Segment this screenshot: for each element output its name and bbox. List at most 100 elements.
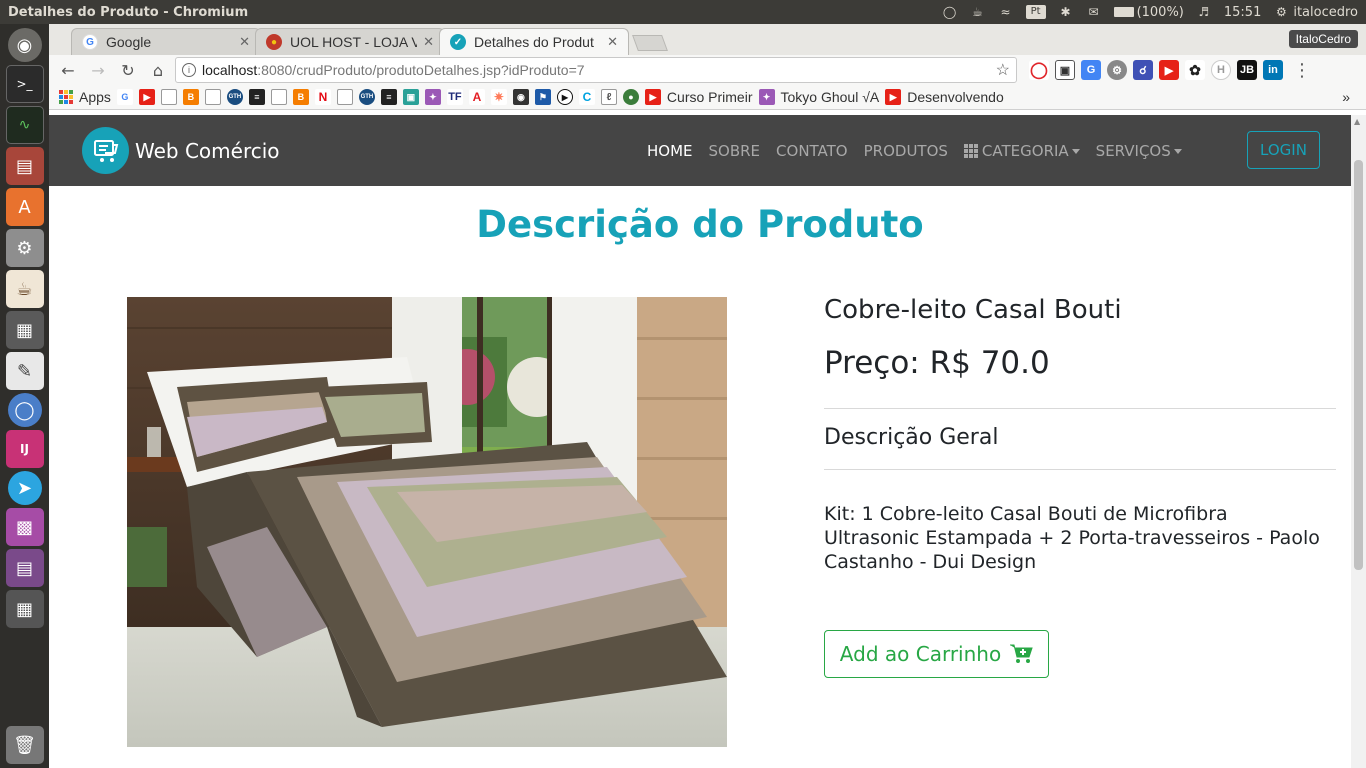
site-info-icon[interactable]: i — [182, 63, 196, 77]
c-bookmark-icon[interactable]: C — [578, 89, 595, 105]
close-tab-icon[interactable]: ✕ — [239, 34, 250, 50]
mail-icon[interactable]: ✉ — [1086, 5, 1102, 19]
close-tab-icon[interactable]: ✕ — [607, 34, 618, 50]
netflix-bookmark-icon[interactable]: N — [314, 89, 331, 105]
volume-icon[interactable]: ♬ — [1196, 5, 1212, 19]
opera-extension-icon[interactable]: ◯ — [1029, 60, 1049, 80]
camera-bookmark-icon[interactable]: ◉ — [512, 89, 529, 105]
nav-contato[interactable]: CONTATO — [776, 142, 848, 160]
flag-bookmark-icon[interactable]: ⚑ — [534, 89, 551, 105]
bulb-icon[interactable]: ◯ — [942, 5, 958, 19]
close-tab-icon[interactable]: ✕ — [423, 34, 434, 50]
google-bookmark-icon[interactable]: G — [116, 89, 133, 105]
system-settings-icon[interactable]: ⚙ — [5, 229, 44, 267]
brand-link[interactable]: Web Comércio — [82, 127, 280, 174]
gth-bookmark-icon[interactable]: GTH — [358, 89, 375, 105]
anime-bookmark-icon[interactable]: ✦ — [758, 89, 775, 105]
login-button[interactable]: LOGIN — [1247, 131, 1320, 169]
page-bookmark-icon[interactable] — [160, 89, 177, 105]
shield-extension-icon[interactable]: ☌ — [1133, 60, 1153, 80]
gth-bookmark-icon[interactable]: GTH — [226, 89, 243, 105]
bookmark-curso-primeiro[interactable]: Curso Primeir — [667, 89, 753, 105]
chromium-icon[interactable]: ◯ — [7, 393, 42, 427]
workspace-switcher-icon[interactable]: ▦ — [5, 590, 44, 628]
software-center-icon[interactable]: A — [5, 188, 44, 226]
scroll-up-arrow-icon[interactable]: ▲ — [1354, 117, 1360, 126]
intellij-icon[interactable]: IJ — [5, 430, 44, 468]
hubspot-bookmark-icon[interactable]: ✷ — [490, 89, 507, 105]
battery-indicator[interactable]: (100%) — [1113, 5, 1184, 20]
blogger-bookmark-icon[interactable]: B — [182, 89, 199, 105]
linkedin-extension-icon[interactable]: in — [1263, 60, 1283, 80]
jetbrains-extension-icon[interactable]: JB — [1237, 60, 1257, 80]
wifi-icon[interactable]: ≈ — [998, 5, 1014, 19]
page-scrollbar[interactable]: ▲ — [1351, 115, 1366, 768]
scrollbar-thumb[interactable] — [1354, 160, 1363, 570]
forward-arrow-icon[interactable]: → — [85, 58, 111, 82]
back-arrow-icon[interactable]: ← — [55, 58, 81, 82]
youtube-bookmark-icon[interactable]: ▶ — [644, 89, 661, 105]
play-bookmark-icon[interactable]: ▶ — [556, 89, 573, 105]
clock[interactable]: 15:51 — [1224, 5, 1261, 20]
home-icon[interactable]: ⌂ — [145, 58, 171, 82]
feedly-extension-icon[interactable]: ✿ — [1185, 60, 1205, 80]
nav-home[interactable]: HOME — [647, 142, 693, 160]
user-menu[interactable]: ⚙ italocedro — [1273, 5, 1358, 20]
java-icon[interactable]: ☕ — [5, 270, 44, 308]
reload-icon[interactable]: ↻ — [115, 58, 141, 82]
tab-uol-host[interactable]: ● UOL HOST - LOJA V ✕ — [255, 28, 445, 55]
profile-button[interactable]: ItaloCedro — [1288, 30, 1358, 48]
dash-home-icon[interactable]: ◉ — [7, 28, 42, 62]
terminal-icon[interactable]: >_ — [5, 65, 44, 103]
stripes-bookmark-icon[interactable]: ≡ — [248, 89, 265, 105]
address-bar[interactable]: i localhost :8080/crudProduto/produtoDet… — [175, 57, 1017, 83]
new-tab-button[interactable] — [632, 35, 668, 51]
bookmark-star-icon[interactable]: ☆ — [996, 60, 1010, 80]
tab-label: Google — [106, 34, 152, 50]
stripes-bookmark-icon[interactable]: ≡ — [380, 89, 397, 105]
telegram-icon[interactable]: ➤ — [7, 471, 42, 505]
nav-servicos-dropdown[interactable]: SERVIÇOS — [1096, 142, 1182, 160]
anime-bookmark-icon[interactable]: ✦ — [424, 89, 441, 105]
page-bookmark-icon[interactable] — [270, 89, 287, 105]
tab-google[interactable]: G Google ✕ — [71, 28, 261, 55]
keyboard-layout-icon[interactable]: Pt — [1025, 5, 1046, 19]
page-bookmark-icon[interactable] — [336, 89, 353, 105]
tf-bookmark-icon[interactable]: TF — [446, 89, 463, 105]
presentation-icon[interactable]: ▩ — [5, 508, 44, 546]
coffee-icon[interactable]: ☕ — [970, 5, 986, 19]
youtube-extension-icon[interactable]: ▶ — [1159, 60, 1179, 80]
page-bookmark-icon[interactable] — [204, 89, 221, 105]
system-monitor-icon[interactable]: ∿ — [5, 106, 44, 144]
nav-categoria-dropdown[interactable]: CATEGORIA — [963, 142, 1080, 160]
translate-extension-icon[interactable]: G — [1081, 60, 1101, 80]
blogger-bookmark-icon[interactable]: B — [292, 89, 309, 105]
trash-icon[interactable]: 🗑 — [5, 726, 44, 764]
calculator-icon[interactable]: ▦ — [5, 311, 44, 349]
settings-extension-icon[interactable]: ⚙ — [1107, 60, 1127, 80]
more-bookmarks-button[interactable]: » — [1342, 89, 1350, 105]
bookmark-apps[interactable]: Apps — [79, 89, 111, 105]
youtube-bookmark-icon[interactable]: ▶ — [138, 89, 155, 105]
file-cabinet-icon[interactable]: ▤ — [5, 147, 44, 185]
bluetooth-icon[interactable]: ✱ — [1058, 5, 1074, 19]
add-to-cart-button[interactable]: Add ao Carrinho — [824, 630, 1049, 678]
nav-produtos[interactable]: PRODUTOS — [864, 142, 948, 160]
nav-servicos-label: SERVIÇOS — [1095, 141, 1171, 160]
tab-strip: G Google ✕ ● UOL HOST - LOJA V ✕ ✓ Detal… — [49, 24, 1366, 55]
book-bookmark-icon[interactable]: ▣ — [402, 89, 419, 105]
add-to-cart-label: Add ao Carrinho — [839, 642, 1002, 666]
script-bookmark-icon[interactable]: ℓ — [600, 89, 617, 105]
browser-menu-icon[interactable]: ⋮ — [1289, 58, 1315, 82]
window-manager-icon[interactable]: ▤ — [5, 549, 44, 587]
adobe-bookmark-icon[interactable]: A — [468, 89, 485, 105]
screenshot-extension-icon[interactable]: ▣ — [1055, 60, 1075, 80]
bookmark-desenvolvendo[interactable]: Desenvolvendo — [907, 89, 1004, 105]
h-extension-icon[interactable]: H — [1211, 60, 1231, 80]
nav-sobre[interactable]: SOBRE — [709, 142, 761, 160]
tab-detalhes-produto[interactable]: ✓ Detalhes do Produt ✕ — [439, 28, 629, 55]
youtube-bookmark-icon[interactable]: ▶ — [885, 89, 902, 105]
text-editor-icon[interactable]: ✎ — [5, 352, 44, 390]
bookmark-tokyo-ghoul[interactable]: Tokyo Ghoul √A — [781, 89, 880, 105]
globe-bookmark-icon[interactable]: ● — [622, 89, 639, 105]
